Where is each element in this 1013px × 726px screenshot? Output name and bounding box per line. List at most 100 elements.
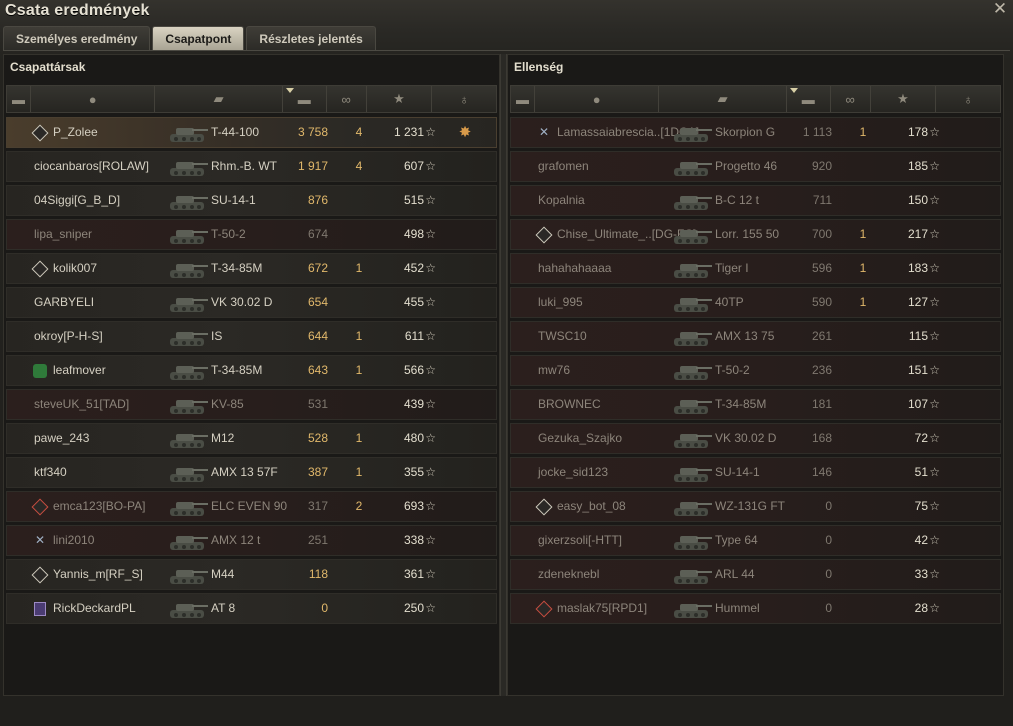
- damage-icon[interactable]: ▬: [283, 86, 327, 112]
- table-row[interactable]: Yannis_m[RF_S] M44 118 361 ☆: [6, 559, 497, 590]
- star-icon: ☆: [929, 261, 940, 275]
- table-row[interactable]: RickDeckardPL AT 8 0 250 ☆: [6, 593, 497, 624]
- window-title: Csata eredmények: [5, 2, 150, 19]
- vehicle-name: KV-85: [211, 397, 244, 411]
- tank-icon: [674, 162, 712, 176]
- tab-detailed-report[interactable]: Részletes jelentés: [246, 26, 376, 50]
- table-row[interactable]: mw76 T-50-2 236 151 ☆: [510, 355, 1001, 386]
- medal-icon: ✸: [458, 124, 472, 141]
- platoon-icon[interactable]: ▬: [511, 86, 535, 112]
- vehicle-name: ARL 44: [715, 567, 755, 581]
- tank-icon: [170, 536, 208, 550]
- table-row[interactable]: BROWNEC T-34-85M 181 107 ☆: [510, 389, 1001, 420]
- vehicle-icon: [165, 560, 211, 589]
- tank-icon[interactable]: ▰: [659, 86, 787, 112]
- table-row[interactable]: steveUK_51[TAD] KV-85 531 439 ☆: [6, 389, 497, 420]
- xp-value: 250: [403, 601, 424, 615]
- vehicle-name: Hummel: [715, 601, 760, 615]
- tab-team-score[interactable]: Csapatpont: [152, 26, 245, 50]
- damage-value: 590: [811, 295, 832, 309]
- table-row[interactable]: lipa_sniper T-50-2 674 498 ☆: [6, 219, 497, 250]
- table-row[interactable]: Gezuka_Szajko VK 30.02 D 168 72 ☆: [510, 423, 1001, 454]
- vehicle-name: T-34-85M: [715, 397, 767, 411]
- table-row[interactable]: Chise_Ultimate_..[DG-FC] Lorr. 155 50 700 1…: [510, 219, 1001, 250]
- table-row[interactable]: 04Siggi[G_B_D] SU-14-1 876 515 ☆: [6, 185, 497, 216]
- damage-value: 0: [825, 601, 832, 615]
- star-icon: ☆: [425, 261, 436, 275]
- table-row[interactable]: ✕ lini2010 AMX 12 t 251 338 ☆: [6, 525, 497, 556]
- star-icon[interactable]: ★: [871, 86, 937, 112]
- xp-value: 185: [907, 159, 928, 173]
- kills-icon[interactable]: ∞: [831, 86, 871, 112]
- star-icon: ☆: [425, 567, 436, 581]
- tank-icon[interactable]: ▰: [155, 86, 283, 112]
- vehicle-icon: [165, 526, 211, 555]
- vehicle-icon: [165, 458, 211, 487]
- tank-icon: [674, 128, 712, 142]
- table-row[interactable]: ✕ Lamassaiabrescia..[1DCA] Skorpion G1 113…: [510, 117, 1001, 148]
- xp-value: 183: [907, 261, 928, 275]
- star-icon: ☆: [929, 227, 940, 241]
- player-name: ktf340: [34, 465, 67, 479]
- clan-shield-icon: [34, 602, 46, 616]
- vehicle-icon: [669, 356, 715, 385]
- row-icon: [31, 560, 49, 589]
- table-row[interactable]: gixerzsoli[-HTT] Type 64 0 42 ☆: [510, 525, 1001, 556]
- star-icon: ☆: [929, 125, 940, 139]
- platoon-icon[interactable]: ▬: [7, 86, 31, 112]
- player-name: gixerzsoli[-HTT]: [538, 533, 623, 547]
- player-name: 04Siggi[G_B_D]: [34, 193, 121, 207]
- player-name: lini2010: [53, 533, 95, 547]
- table-row[interactable]: ciocanbaros[ROLAW] Rhm.-B. WT 1 917 4 607 ☆: [6, 151, 497, 182]
- table-row[interactable]: P_Zolee T-44-100 3 758 4 1 231 ☆ ✸: [6, 117, 497, 148]
- vehicle-name: M12: [211, 431, 235, 445]
- table-row[interactable]: GARBYELI VK 30.02 D 654 455 ☆: [6, 287, 497, 318]
- tab-personal-results[interactable]: Személyes eredmény: [3, 26, 151, 50]
- table-row[interactable]: jocke_sid123 SU-14-1 146 51 ☆: [510, 457, 1001, 488]
- tank-icon: [674, 434, 712, 448]
- table-row[interactable]: pawe_243 M12 528 1 480 ☆: [6, 423, 497, 454]
- star-icon: ☆: [425, 431, 436, 445]
- star-icon: ☆: [425, 533, 436, 547]
- table-row[interactable]: leafmover T-34-85M 643 1 566 ☆: [6, 355, 497, 386]
- tank-icon: [170, 128, 208, 142]
- tab-separator: [3, 50, 1010, 51]
- star-icon: ☆: [425, 363, 436, 377]
- medal-icon[interactable]: ♁: [432, 86, 496, 112]
- damage-value: 596: [811, 261, 832, 275]
- table-row[interactable]: luki_995 40TP 590 1 127 ☆: [510, 287, 1001, 318]
- xp-value: 566: [403, 363, 424, 377]
- enemies-title: Ellenség: [514, 60, 564, 74]
- table-row[interactable]: emca123[BO-PA] ELC EVEN 90 317 2 693 ☆: [6, 491, 497, 522]
- vehicle-name: T-50-2: [211, 227, 246, 241]
- table-row[interactable]: hahahahaaaa Tiger I 596 1 183 ☆: [510, 253, 1001, 284]
- close-icon[interactable]: ✕: [991, 0, 1009, 18]
- table-row[interactable]: Kopalnia B-C 12 t 711 150 ☆: [510, 185, 1001, 216]
- table-row[interactable]: okroy[P-H-S] IS 644 1 611 ☆: [6, 321, 497, 352]
- table-row[interactable]: zdeneknebl ARL 44 0 33 ☆: [510, 559, 1001, 590]
- medal-icon[interactable]: ♁: [936, 86, 1000, 112]
- kills-icon[interactable]: ∞: [327, 86, 367, 112]
- tank-icon: [170, 434, 208, 448]
- star-icon[interactable]: ★: [367, 86, 433, 112]
- table-row[interactable]: grafomen Progetto 46 920 185 ☆: [510, 151, 1001, 182]
- player-icon[interactable]: ●: [31, 86, 156, 112]
- row-icon: [535, 492, 553, 521]
- table-row[interactable]: maslak75[RPD1] Hummel 0 28 ☆: [510, 593, 1001, 624]
- star-icon: ☆: [929, 397, 940, 411]
- vehicle-name: AMX 13 57F: [211, 465, 278, 479]
- damage-value: 251: [307, 533, 328, 547]
- player-icon[interactable]: ●: [535, 86, 660, 112]
- tank-icon: [674, 502, 712, 516]
- table-row[interactable]: kolik007 T-34-85M 672 1 452 ☆: [6, 253, 497, 284]
- table-row[interactable]: easy_bot_08 WZ-131G FT 0 75 ☆: [510, 491, 1001, 522]
- vehicle-icon: [669, 526, 715, 555]
- row-icon: [535, 220, 553, 249]
- damage-icon[interactable]: ▬: [787, 86, 831, 112]
- xp-value: 178: [907, 125, 928, 139]
- tank-icon: [674, 570, 712, 584]
- table-row[interactable]: ktf340 AMX 13 57F 387 1 355 ☆: [6, 457, 497, 488]
- battle-results-window: Csata eredmények ✕ Személyes eredmény Cs…: [0, 0, 1013, 726]
- vehicle-name: Type 64: [715, 533, 758, 547]
- table-row[interactable]: TWSC10 AMX 13 75 261 115 ☆: [510, 321, 1001, 352]
